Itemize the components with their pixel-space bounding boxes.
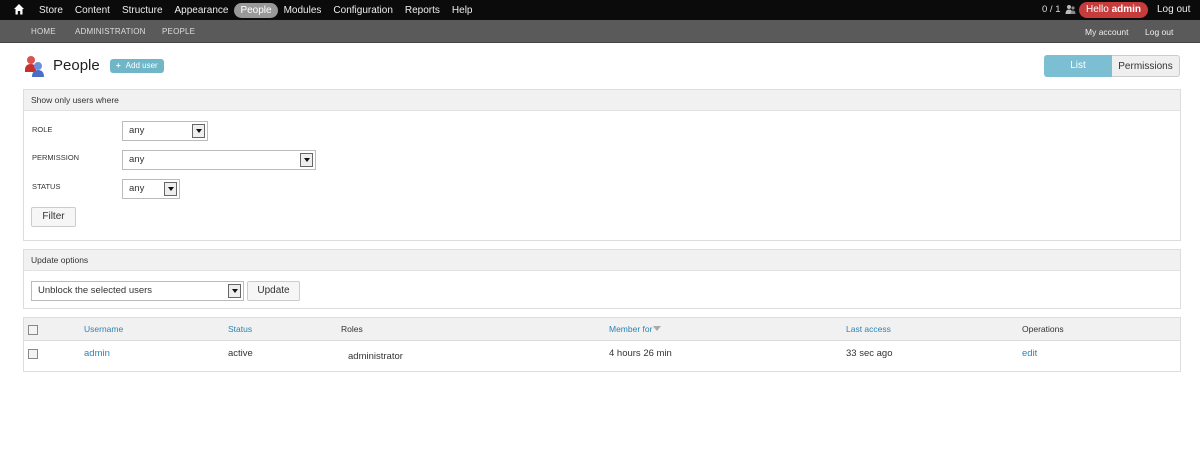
page-title: People: [53, 57, 100, 74]
menu-item-help[interactable]: Help: [446, 3, 479, 18]
hello-user-badge[interactable]: Hello admin: [1079, 2, 1149, 18]
status-select-value: any: [129, 183, 145, 194]
update-action-select[interactable]: Unblock the selected users: [31, 281, 244, 301]
menu-item-content[interactable]: Content: [69, 3, 116, 18]
menu-item-reports[interactable]: Reports: [399, 3, 446, 18]
filter-button[interactable]: Filter: [31, 207, 76, 227]
menu-item-appearance[interactable]: Appearance: [169, 3, 235, 18]
role-label: ROLE: [32, 125, 53, 134]
breadcrumb-home[interactable]: HOME: [31, 27, 56, 36]
member-for-label: Member for: [609, 324, 653, 334]
column-header-operations: Operations: [1022, 324, 1064, 334]
chevron-down-icon: [228, 284, 241, 298]
add-user-label: Add user: [125, 61, 158, 70]
filter-legend: Show only users where: [24, 90, 1180, 111]
status-select[interactable]: any: [122, 179, 180, 199]
plus-icon: +: [116, 61, 121, 70]
my-account-link[interactable]: My account: [1085, 27, 1128, 37]
users-table: Username Status Roles Member for Last ac…: [23, 317, 1181, 372]
toolbar-menu: Store Content Structure Appearance Peopl…: [33, 0, 478, 20]
edit-link[interactable]: edit: [1022, 348, 1037, 359]
column-header-member-for[interactable]: Member for: [609, 324, 662, 334]
menu-item-structure[interactable]: Structure: [116, 3, 169, 18]
online-users-counter: 0 / 1: [1042, 4, 1061, 15]
update-button[interactable]: Update: [247, 281, 300, 301]
update-options-legend: Update options: [24, 250, 1180, 271]
last-access-value: 33 sec ago: [846, 348, 893, 359]
chevron-down-icon: [300, 153, 313, 167]
update-options-fieldset: Update options Unblock the selected user…: [23, 249, 1181, 309]
status-label: STATUS: [32, 182, 61, 191]
hello-username: admin: [1111, 4, 1142, 15]
menu-item-people[interactable]: People: [234, 2, 278, 18]
users-icon: [1065, 5, 1076, 14]
chevron-down-icon: [192, 124, 205, 138]
admin-toolbar: Store Content Structure Appearance Peopl…: [0, 0, 1200, 20]
role-select[interactable]: any: [122, 121, 208, 141]
add-user-button[interactable]: + Add user: [110, 59, 164, 73]
breadcrumb-administration[interactable]: ADMINISTRATION: [75, 27, 146, 36]
row-checkbox[interactable]: [28, 349, 38, 359]
menu-item-modules[interactable]: Modules: [278, 3, 328, 18]
update-action-value: Unblock the selected users: [38, 285, 153, 296]
column-header-last-access[interactable]: Last access: [846, 324, 891, 334]
permission-select[interactable]: any: [122, 150, 316, 170]
view-tabs: List Permissions: [1044, 55, 1180, 77]
select-all-checkbox[interactable]: [28, 325, 38, 335]
people-icon: [25, 56, 44, 77]
column-header-username[interactable]: Username: [84, 324, 123, 334]
column-header-status[interactable]: Status: [228, 324, 252, 334]
toolbar-logout-link[interactable]: Log out: [1157, 4, 1190, 15]
menu-item-store[interactable]: Store: [33, 3, 69, 18]
username-link[interactable]: admin: [84, 348, 110, 359]
tab-list[interactable]: List: [1044, 55, 1112, 77]
role-select-value: any: [129, 125, 145, 136]
shortcut-logout-link[interactable]: Log out: [1145, 27, 1173, 37]
breadcrumb-bar: HOME ADMINISTRATION PEOPLE My account Lo…: [0, 20, 1200, 43]
user-status: active: [228, 348, 253, 359]
menu-item-configuration[interactable]: Configuration: [327, 3, 398, 18]
chevron-down-icon: [164, 182, 177, 196]
sort-desc-icon: [653, 326, 662, 331]
hello-prefix: Hello: [1086, 4, 1109, 15]
column-header-roles: Roles: [341, 324, 363, 334]
member-for-value: 4 hours 26 min: [609, 348, 672, 359]
home-icon[interactable]: [13, 3, 25, 16]
table-header: Username Status Roles Member for Last ac…: [24, 318, 1180, 341]
permission-label: PERMISSION: [32, 153, 80, 162]
permission-select-value: any: [129, 154, 145, 165]
filter-fieldset: Show only users where ROLE any PERMISSIO…: [23, 89, 1181, 241]
user-roles: administrator: [348, 351, 403, 362]
tab-permissions[interactable]: Permissions: [1112, 55, 1180, 77]
breadcrumb-people[interactable]: PEOPLE: [162, 27, 195, 36]
